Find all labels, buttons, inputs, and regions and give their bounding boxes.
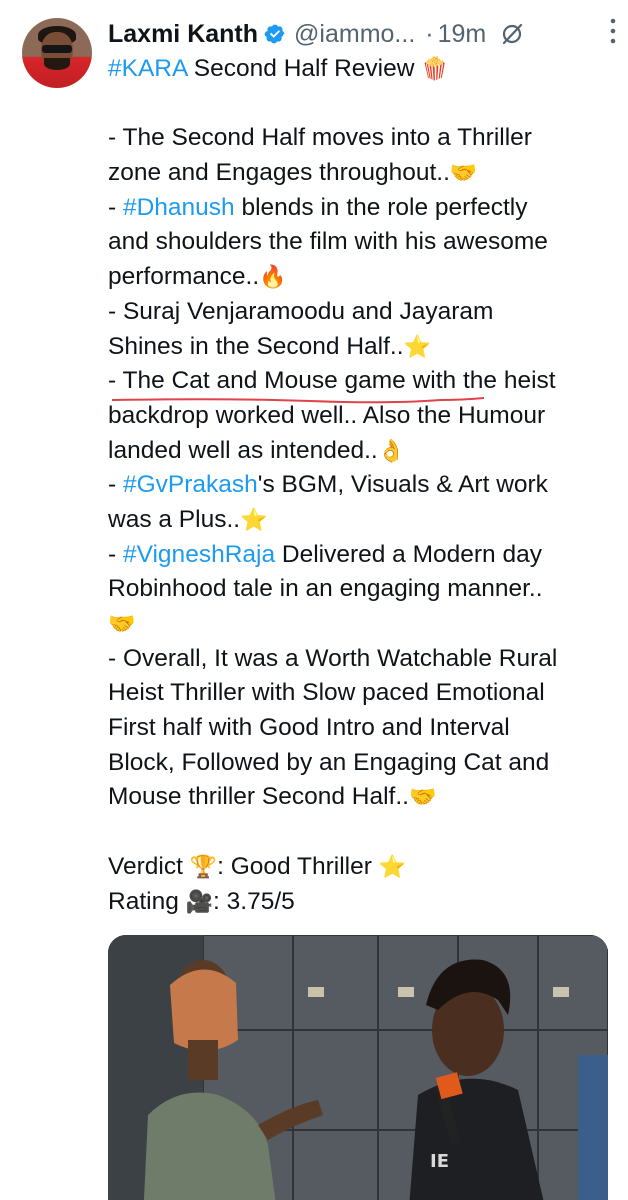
tweet-text: #KARA Second Half Review 🍿 - The Second H… (108, 52, 613, 919)
hashtag-link[interactable]: #KARA (108, 55, 187, 82)
tweet-line: - The Second Half moves into a Thriller (108, 121, 613, 156)
tweet-line: Rating 🎥: 3.75/5 (108, 885, 613, 920)
tweet-text-segment: - (108, 471, 123, 499)
author-avatar[interactable] (22, 18, 92, 88)
tweet-text-segment: Mouse thriller Second Half.. (108, 783, 409, 811)
tweet-text-segment: First half with Good Intro and Interval (108, 714, 510, 742)
tweet-text-segment: - The Second Half moves into a Thriller (108, 124, 532, 152)
tweet-text-segment: and shoulders the film with his awesome (108, 228, 548, 256)
emoji: 🔥 (259, 265, 287, 291)
tweet-text-segment: - (108, 193, 123, 221)
emoji: ⭐ (240, 507, 268, 533)
emoji: 🏆 (189, 854, 218, 880)
svg-text:IE: IE (430, 1151, 449, 1172)
tweet-line: - Overall, It was a Worth Watchable Rura… (108, 642, 613, 677)
tweet-text-segment: Block, Followed by an Engaging Cat and (108, 748, 550, 776)
tweet-line: 🤝 (108, 607, 613, 642)
tweet-line: - The Cat and Mouse game with the heist (108, 364, 613, 404)
tweet-line: #KARA Second Half Review 🍿 (108, 52, 613, 87)
tweet-line: backdrop worked well.. Also the Humour (108, 399, 613, 434)
tweet-line: - Suraj Venjaramoodu and Jayaram (108, 295, 613, 330)
tweet-text-segment: - Overall, It was a Worth Watchable Rura… (108, 644, 558, 672)
tweet-line: Verdict 🏆: Good Thriller ⭐ (108, 850, 613, 885)
hashtag-link[interactable]: #VigneshRaja (123, 541, 275, 568)
tweet-text-segment: - (108, 540, 123, 568)
tweet-line: Heist Thriller with Slow paced Emotional (108, 676, 613, 711)
emoji: 🤝 (108, 612, 136, 637)
tweet-line: - #VigneshRaja Delivered a Modern day (108, 538, 613, 573)
tweet-text-segment: : 3.75/5 (213, 887, 295, 915)
tweet-text-segment: was a Plus.. (108, 505, 241, 533)
tweet-text-segment: Shines in the Second Half.. (108, 332, 404, 360)
tweet-text-segment: - Suraj Venjaramoodu and Jayaram (108, 297, 494, 325)
tweet-line: Mouse thriller Second Half..🤝 (108, 780, 613, 815)
emoji: 🤝 (449, 161, 478, 187)
emoji: ⭐ (378, 854, 407, 880)
emoji: 🍿 (421, 57, 449, 82)
tweet-text-segment: Robinhood tale in an engaging manner.. (108, 575, 543, 603)
hashtag-link[interactable]: #GvPrakash (123, 471, 258, 498)
author-handle[interactable]: @iammo... (294, 20, 415, 49)
tweet-line: - #Dhanush blends in the role perfectly (108, 191, 613, 226)
tweet-line: and shoulders the film with his awesome (108, 225, 613, 260)
tweet-line: Shines in the Second Half..⭐ (108, 330, 613, 365)
tweet-text-segment: : Good Thriller (217, 852, 379, 880)
author-name[interactable]: Laxmi Kanth (108, 20, 258, 49)
grok-slash-icon[interactable] (500, 22, 524, 46)
tweet-line: was a Plus..⭐ (108, 503, 613, 538)
tweet-line: - #GvPrakash's BGM, Visuals & Art work (108, 468, 613, 503)
tweet-line: Block, Followed by an Engaging Cat and (108, 746, 613, 781)
separator-dot: · (425, 19, 434, 48)
tweet-timestamp[interactable]: 19m (438, 20, 487, 49)
tweet-text-segment: performance.. (108, 263, 260, 291)
tweet-line: landed well as intended..👌 (108, 434, 613, 469)
movie-still-illustration: IE (108, 935, 608, 1200)
avatar-sunglasses (42, 45, 72, 53)
emoji: 🎥 (185, 889, 214, 915)
hashtag-link[interactable]: #Dhanush (123, 194, 235, 221)
tweet-text-segment: Heist Thriller with Slow paced Emotional (108, 679, 545, 707)
more-vertical-icon[interactable] (608, 16, 618, 46)
tweet-text-segment: - The Cat and Mouse game with the heist (108, 367, 556, 395)
tweet-line: Robinhood tale in an engaging manner.. (108, 572, 613, 607)
tweet-header: Laxmi Kanth @iammo... · 19m (108, 16, 612, 52)
emoji: 👌 (377, 438, 406, 464)
tweet-text-segment: Second Half Review (187, 55, 422, 82)
tweet-media-image[interactable]: IE (108, 935, 608, 1200)
tweet-line: First half with Good Intro and Interval (108, 711, 613, 746)
verified-badge-icon (264, 24, 285, 44)
tweet-text-segment: Delivered a Modern day (275, 540, 542, 568)
emoji: 🤝 (408, 785, 437, 811)
avatar-beard (44, 58, 70, 70)
tweet-text-segment: Verdict (108, 852, 190, 880)
tweet-line: zone and Engages throughout..🤝 (108, 156, 613, 191)
emoji: ⭐ (403, 334, 431, 360)
tweet-line: performance..🔥 (108, 260, 613, 295)
tweet-text-segment: blends in the role perfectly (234, 193, 528, 221)
tweet-text-segment: zone and Engages throughout.. (108, 159, 450, 187)
tweet-text-segment: Rating (108, 887, 186, 915)
tweet-text-segment: landed well as intended.. (108, 436, 378, 464)
tweet-text-segment: 's BGM, Visuals & Art work (257, 471, 548, 499)
tweet-text-segment: backdrop worked well.. Also the Humour (108, 401, 546, 429)
